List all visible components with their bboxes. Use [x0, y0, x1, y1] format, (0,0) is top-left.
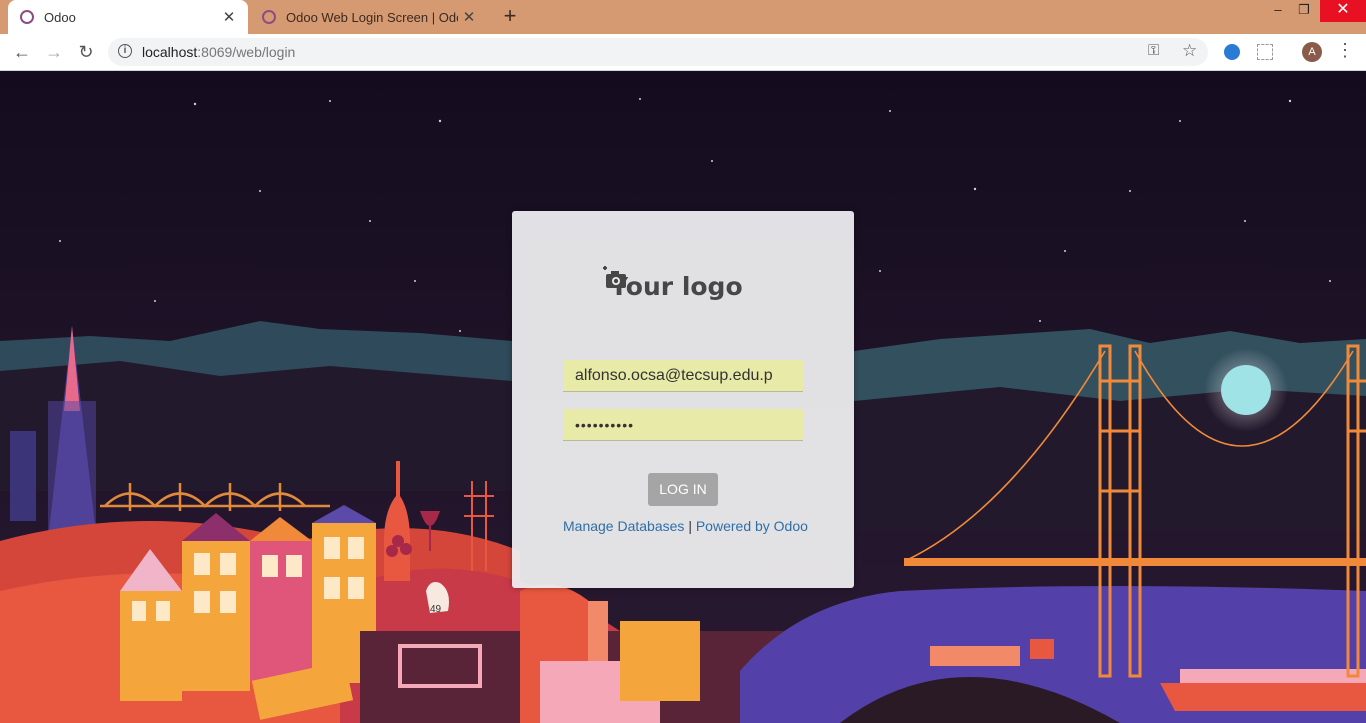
- tab-odoo-web-login-screen[interactable]: Odoo Web Login Screen | Odoo ✕: [250, 0, 488, 34]
- forward-arrow-icon[interactable]: →: [42, 40, 66, 64]
- logo-text: Your logo: [610, 271, 743, 301]
- site-info-icon[interactable]: i: [118, 44, 132, 58]
- url-text[interactable]: localhost:8069/web/login: [142, 44, 295, 60]
- back-arrow-icon[interactable]: ←: [10, 40, 34, 64]
- password-field[interactable]: ••••••••••: [563, 409, 803, 441]
- kebab-menu-icon[interactable]: ⋮: [1336, 40, 1354, 61]
- link-separator: |: [688, 518, 692, 534]
- odoo-favicon-icon: [262, 10, 276, 24]
- profile-avatar[interactable]: A: [1302, 42, 1322, 62]
- odoo-favicon-icon: [20, 10, 34, 24]
- route-49-badge: 49: [430, 604, 442, 615]
- key-icon[interactable]: ⚿: [1148, 42, 1159, 59]
- login-card: Your logo alfonso.ocsa@tecsup.edu.p ••••…: [512, 211, 854, 588]
- browser-toolbar: ← → ↻ i localhost:8069/web/login ⚿ ☆ A ⋮: [0, 34, 1366, 71]
- login-email-field[interactable]: alfonso.ocsa@tecsup.edu.p: [563, 360, 803, 392]
- close-tab-icon[interactable]: ✕: [458, 8, 480, 26]
- tab-odoo[interactable]: Odoo ✕: [8, 0, 248, 34]
- reload-icon[interactable]: ↻: [74, 40, 98, 64]
- url-path: :8069/web/login: [197, 44, 296, 60]
- powered-by-odoo-link[interactable]: Powered by Odoo: [696, 518, 808, 534]
- url-host: localhost: [142, 44, 198, 60]
- address-bar[interactable]: i localhost:8069/web/login ⚿ ☆: [108, 38, 1208, 66]
- close-tab-icon[interactable]: ✕: [218, 8, 240, 26]
- manage-databases-link[interactable]: Manage Databases: [563, 518, 684, 534]
- add-photo-camera-icon: [603, 266, 626, 288]
- new-tab-plus-icon[interactable]: +: [498, 4, 522, 28]
- bookmark-star-icon[interactable]: ☆: [1182, 41, 1197, 61]
- tab-title: Odoo Web Login Screen | Odoo: [286, 9, 458, 25]
- footer-links: Manage Databases | Powered by Odoo: [563, 518, 823, 534]
- close-window-icon[interactable]: ✕: [1320, 0, 1366, 22]
- tab-bar: Odoo ✕ Odoo Web Login Screen | Odoo ✕ + …: [0, 0, 1366, 34]
- tab-title: Odoo: [44, 9, 76, 25]
- extension-puzzle-icon[interactable]: [1257, 44, 1273, 60]
- extension-globe-icon[interactable]: [1224, 44, 1240, 60]
- your-logo[interactable]: Your logo: [602, 266, 782, 306]
- login-page: 49 Your logo alfonso.ocsa@tecsup.edu.p •…: [0, 71, 1366, 723]
- log-in-button[interactable]: LOG IN: [648, 473, 718, 506]
